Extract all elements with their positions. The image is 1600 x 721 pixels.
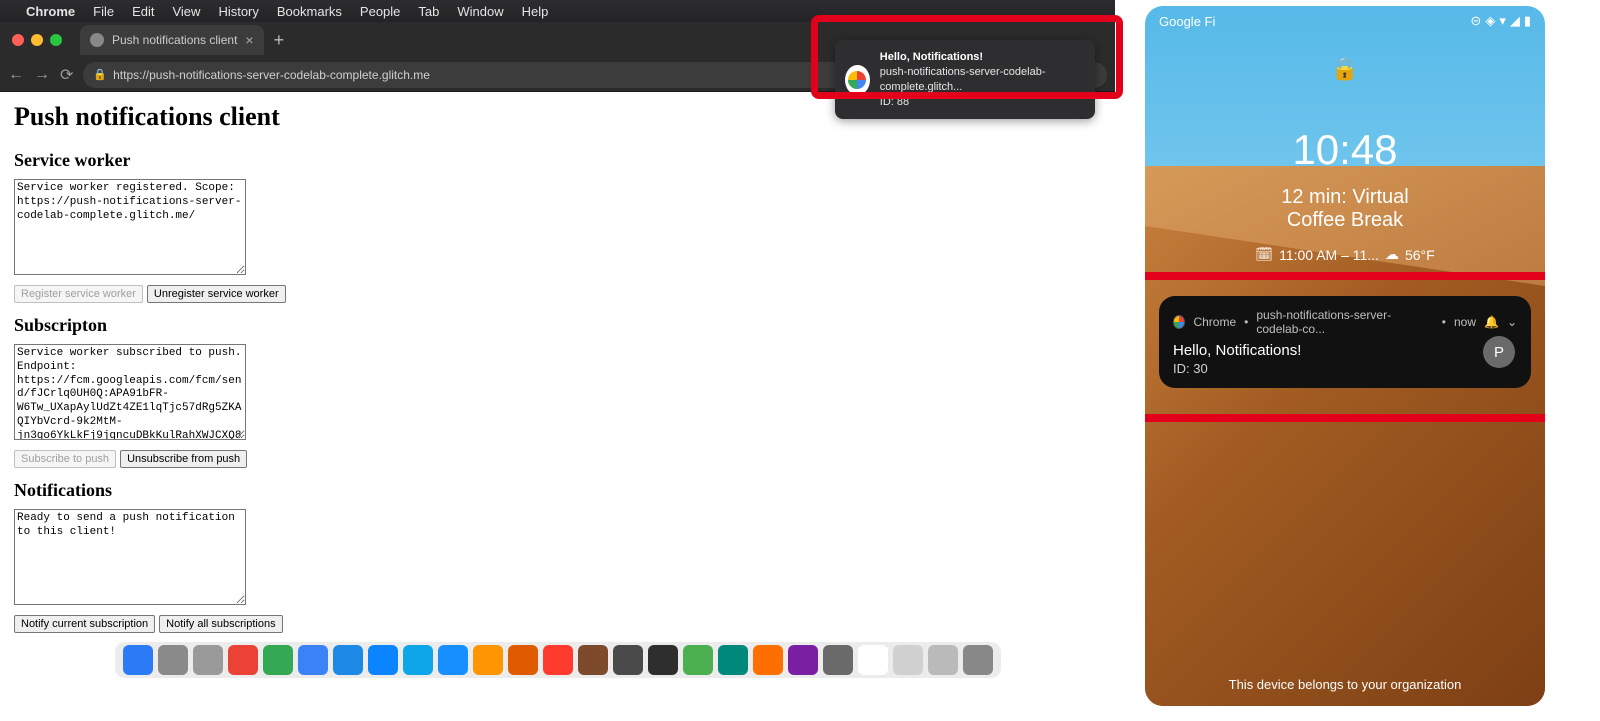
dock-app-icon[interactable] <box>683 645 713 675</box>
signal-icon: ◢ <box>1510 13 1520 29</box>
menu-people[interactable]: People <box>360 4 400 19</box>
battery-icon: ▮ <box>1524 13 1531 29</box>
page-content: Push notifications client Service worker… <box>0 92 1115 640</box>
mac-dock <box>0 640 1115 680</box>
phone-statusbar: Google Fi ⊝ ◈ ▾ ◢ ▮ <box>1145 6 1545 36</box>
url-text: https://push-notifications-server-codela… <box>113 68 430 82</box>
dock-app-icon[interactable] <box>823 645 853 675</box>
wifi-icon: ▾ <box>1499 13 1506 29</box>
toast-body: ID: 88 <box>880 95 1085 110</box>
minimize-window-icon[interactable] <box>31 34 43 46</box>
dnd-icon: ⊝ <box>1470 13 1481 29</box>
dock-app-icon[interactable] <box>578 645 608 675</box>
dock-app-icon[interactable] <box>893 645 923 675</box>
dock-app-icon[interactable] <box>473 645 503 675</box>
notifications-log[interactable] <box>14 509 246 605</box>
device-ownership-footer: This device belongs to your organization <box>1145 677 1545 692</box>
close-tab-icon[interactable]: × <box>245 32 253 48</box>
notif-body: ID: 30 <box>1173 361 1517 376</box>
dock-app-icon[interactable] <box>858 645 888 675</box>
dock-app-icon[interactable] <box>333 645 363 675</box>
calendar-event-line1: 12 min: Virtual <box>1145 186 1545 209</box>
menu-edit[interactable]: Edit <box>132 4 154 19</box>
chrome-app-icon <box>1173 315 1185 329</box>
notif-avatar: P <box>1483 336 1515 368</box>
reload-button[interactable]: ⟳ <box>60 65 73 85</box>
dock-app-icon[interactable] <box>753 645 783 675</box>
mac-menubar: Chrome File Edit View History Bookmarks … <box>0 0 1115 22</box>
lock-clock: 10:48 <box>1145 126 1545 174</box>
dock-app-icon[interactable] <box>298 645 328 675</box>
menu-history[interactable]: History <box>218 4 258 19</box>
expand-notification-icon[interactable]: ⌄ <box>1507 315 1517 329</box>
dock-app-icon[interactable] <box>613 645 643 675</box>
tab-title: Push notifications client <box>112 33 237 47</box>
desktop-notification-toast[interactable]: Hello, Notifications! push-notifications… <box>835 40 1095 119</box>
new-tab-button[interactable]: + <box>274 30 285 51</box>
lock-screen-icon: 🔒 <box>1145 56 1545 82</box>
notify-all-button[interactable]: Notify all subscriptions <box>159 615 282 633</box>
forward-button[interactable]: → <box>34 66 50 84</box>
toast-title: Hello, Notifications! <box>880 50 1085 65</box>
register-sw-button: Register service worker <box>14 285 143 303</box>
dock-app-icon[interactable] <box>963 645 993 675</box>
phone-screenshot: Google Fi ⊝ ◈ ▾ ◢ ▮ 🔒 10:48 12 min: Virt… <box>1145 6 1545 706</box>
dock-app-icon[interactable] <box>508 645 538 675</box>
dock-app-icon[interactable] <box>403 645 433 675</box>
toast-origin: push-notifications-server-codelab-comple… <box>880 65 1085 95</box>
unregister-sw-button[interactable]: Unregister service worker <box>147 285 286 303</box>
bell-icon: 🔔 <box>1484 315 1499 329</box>
calendar-icon: 🗓 <box>1255 246 1273 263</box>
dock-app-icon[interactable] <box>543 645 573 675</box>
menu-tab[interactable]: Tab <box>418 4 439 19</box>
dock-app-icon[interactable] <box>788 645 818 675</box>
close-window-icon[interactable] <box>12 34 24 46</box>
weather-icon: ☁ <box>1385 246 1399 263</box>
notif-origin: push-notifications-server-codelab-co... <box>1256 308 1433 336</box>
menu-view[interactable]: View <box>172 4 200 19</box>
event-time: 11:00 AM – 11... <box>1279 247 1379 263</box>
back-button[interactable]: ← <box>8 66 24 84</box>
dock-app-icon[interactable] <box>263 645 293 675</box>
notif-when: now <box>1454 315 1476 329</box>
menu-window[interactable]: Window <box>457 4 503 19</box>
android-notification[interactable]: Chrome • push-notifications-server-codel… <box>1159 296 1531 388</box>
service-worker-log[interactable] <box>14 179 246 275</box>
notif-app-name: Chrome <box>1193 315 1236 329</box>
dock-app-icon[interactable] <box>648 645 678 675</box>
carrier-name: Google Fi <box>1159 14 1215 29</box>
weather-temp: 56°F <box>1405 247 1435 263</box>
vibrate-icon: ◈ <box>1485 13 1495 29</box>
desktop-screenshot: Chrome File Edit View History Bookmarks … <box>0 0 1115 680</box>
maximize-window-icon[interactable] <box>50 34 62 46</box>
menu-file[interactable]: File <box>93 4 114 19</box>
notif-title: Hello, Notifications! <box>1173 342 1517 359</box>
chrome-logo-icon <box>845 65 870 95</box>
window-controls <box>0 34 74 46</box>
subscribe-button: Subscribe to push <box>14 450 116 468</box>
calendar-event-line2: Coffee Break <box>1145 209 1545 232</box>
section-notifications: Notifications <box>14 480 1101 501</box>
tab-favicon-icon <box>90 33 104 47</box>
dock-app-icon[interactable] <box>368 645 398 675</box>
menu-help[interactable]: Help <box>522 4 549 19</box>
dock-app-icon[interactable] <box>928 645 958 675</box>
dock-app-icon[interactable] <box>438 645 468 675</box>
lock-icon: 🔒 <box>93 68 107 81</box>
unsubscribe-button[interactable]: Unsubscribe from push <box>120 450 247 468</box>
dock-app-icon[interactable] <box>123 645 153 675</box>
section-subscription: Subscripton <box>14 315 1101 336</box>
dock-app-icon[interactable] <box>193 645 223 675</box>
browser-tab[interactable]: Push notifications client × <box>80 25 264 55</box>
menu-bookmarks[interactable]: Bookmarks <box>277 4 342 19</box>
dock-app-icon[interactable] <box>228 645 258 675</box>
section-service-worker: Service worker <box>14 150 1101 171</box>
dock-app-icon[interactable] <box>718 645 748 675</box>
notify-current-button[interactable]: Notify current subscription <box>14 615 155 633</box>
dock-app-icon[interactable] <box>158 645 188 675</box>
subscription-log[interactable] <box>14 344 246 440</box>
menubar-app-name[interactable]: Chrome <box>26 4 75 19</box>
